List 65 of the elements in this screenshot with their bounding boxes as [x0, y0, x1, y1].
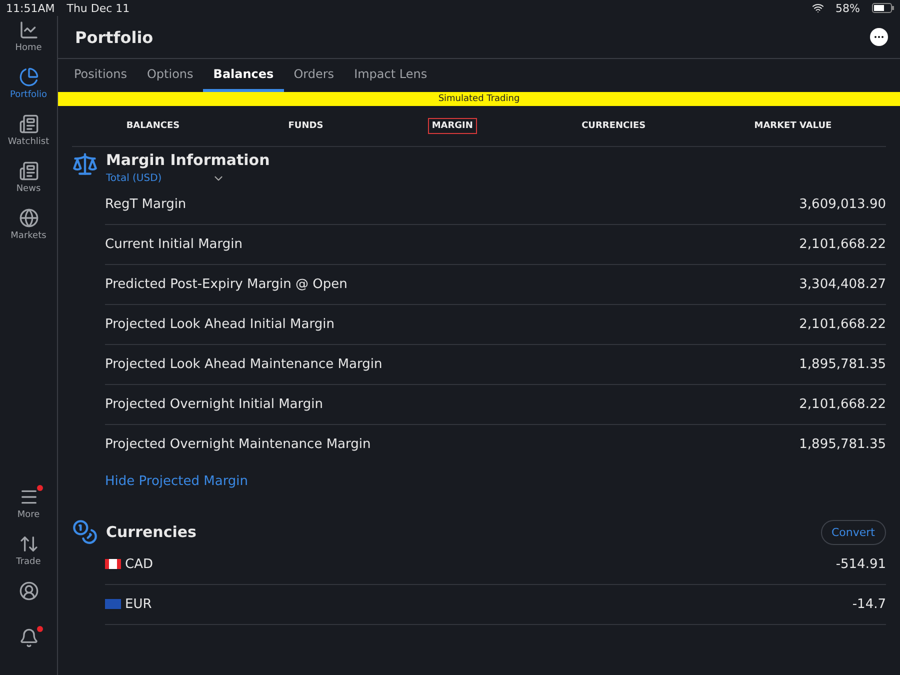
simulated-trading-banner: Simulated Trading [58, 92, 900, 106]
sidebar-label: Watchlist [8, 137, 50, 147]
margin-label: Projected Look Ahead Maintenance Margin [105, 357, 382, 372]
document-icon [18, 161, 38, 181]
currency-value: -514.91 [836, 557, 886, 572]
margin-value: 2,101,668.22 [799, 397, 886, 412]
margin-label: Projected Overnight Initial Margin [105, 397, 323, 412]
status-date: Thu Dec 11 [66, 2, 131, 14]
tab[interactable]: Impact Lens [344, 59, 438, 92]
flag-icon [105, 599, 121, 610]
sidebar-item[interactable]: Home [0, 20, 56, 67]
sidebar-label: Markets [10, 231, 46, 241]
document-icon [18, 114, 38, 134]
status-time: 11:51AM [6, 2, 55, 14]
battery-percent: 58% [836, 2, 860, 14]
sidebar-item[interactable]: Watchlist [0, 114, 56, 161]
sidebar-label: Trade [16, 557, 41, 567]
tab[interactable]: Orders [284, 59, 344, 92]
battery-icon [872, 3, 894, 13]
sub-tab[interactable]: BALANCES [122, 118, 184, 134]
margin-value: 3,304,408.27 [799, 277, 886, 292]
flag-icon [105, 559, 121, 570]
chart-icon [18, 20, 38, 40]
margin-label: Projected Look Ahead Initial Margin [105, 317, 334, 332]
hide-projected-margin-link[interactable]: Hide Projected Margin [105, 474, 886, 489]
margin-value: 2,101,668.22 [799, 317, 886, 332]
arrows-icon [18, 534, 38, 554]
sub-tab[interactable]: FUNDS [284, 118, 328, 134]
sidebar-item[interactable]: More [0, 487, 56, 534]
tab[interactable]: Options [136, 59, 204, 92]
globe-icon [18, 208, 38, 228]
sub-tab[interactable]: MARGIN [428, 118, 477, 134]
sidebar-label: News [16, 184, 41, 194]
sub-tab[interactable]: MARKET VALUE [750, 118, 836, 134]
convert-button[interactable]: Convert [820, 520, 886, 544]
margin-value: 2,101,668.22 [799, 237, 886, 252]
sidebar-item[interactable]: Portfolio [0, 67, 56, 114]
sidebar-item[interactable]: Trade [0, 534, 56, 581]
coins-icon [72, 519, 98, 545]
person-icon [18, 581, 38, 601]
section-title: Currencies [106, 523, 196, 541]
margin-label: Projected Overnight Maintenance Margin [105, 437, 371, 452]
sub-tab[interactable]: CURRENCIES [578, 118, 650, 134]
sidebar-item[interactable]: News [0, 161, 56, 208]
margin-label: RegT Margin [105, 197, 186, 212]
sidebar-item[interactable]: Markets [0, 208, 56, 255]
tab[interactable]: Positions [64, 59, 137, 92]
sidebar-label: More [17, 510, 40, 520]
page-title: Portfolio [75, 28, 154, 46]
sidebar-label: Portfolio [10, 90, 48, 100]
margin-label: Current Initial Margin [105, 237, 242, 252]
currency-label: CAD [105, 557, 153, 572]
section-title: Margin Information [106, 151, 270, 169]
margin-value: 1,895,781.35 [799, 437, 886, 452]
sidebar-label: Home [15, 43, 42, 53]
bell-icon [18, 628, 38, 648]
scale-icon [72, 151, 98, 177]
currency-label: EUR [105, 597, 152, 612]
more-button[interactable] [870, 28, 888, 46]
currency-selector[interactable]: Total (USD) [106, 172, 225, 185]
margin-label: Predicted Post-Expiry Margin @ Open [105, 277, 348, 292]
pie-chart-icon [18, 67, 38, 87]
margin-value: 3,609,013.90 [799, 197, 886, 212]
margin-value: 1,895,781.35 [799, 357, 886, 372]
currency-value: -14.7 [852, 597, 886, 612]
